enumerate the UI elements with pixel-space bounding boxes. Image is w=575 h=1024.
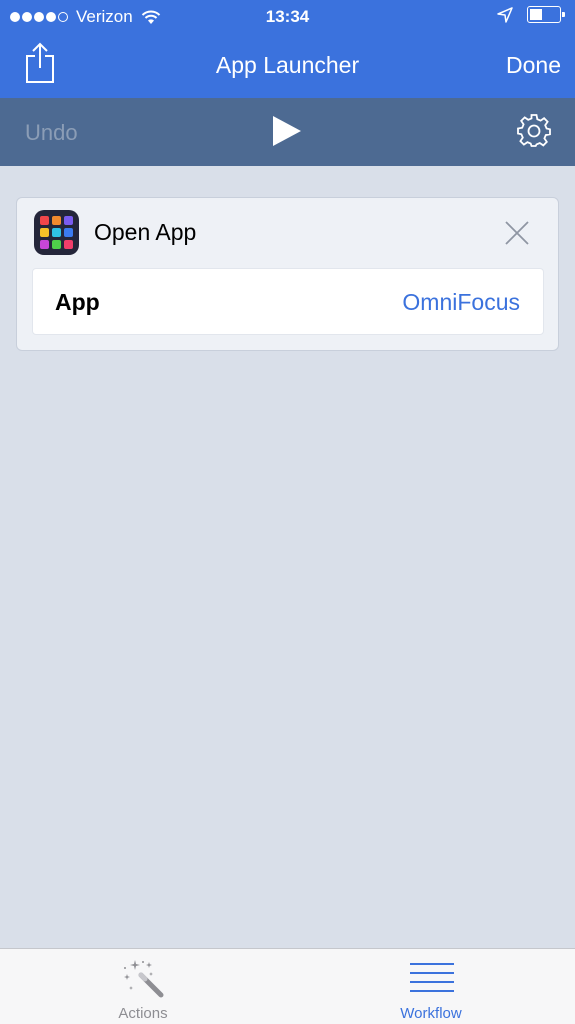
magic-wand-icon (124, 960, 164, 998)
tab-bar: Actions Workflow (0, 948, 575, 1024)
location-arrow-icon (497, 6, 513, 23)
list-icon (410, 963, 454, 992)
tab-actions[interactable]: Actions (43, 949, 243, 1024)
parameter-value[interactable]: OmniFocus (402, 289, 520, 316)
close-icon[interactable] (504, 220, 530, 246)
app-launcher-icon (34, 210, 79, 255)
play-icon[interactable] (272, 115, 302, 147)
parameter-label: App (55, 289, 100, 315)
status-right (497, 6, 565, 23)
page-title: App Launcher (215, 52, 360, 78)
tab-workflow[interactable]: Workflow (331, 949, 531, 1024)
battery-fill (530, 9, 542, 20)
done-button[interactable]: Done (506, 52, 561, 79)
tab-workflow-label: Workflow (400, 1005, 462, 1022)
status-bar: Verizon 13:34 (0, 0, 575, 33)
tab-actions-label: Actions (118, 1005, 168, 1022)
workflow-toolbar: Undo (0, 98, 575, 166)
open-app-action-card[interactable]: Open App App OmniFocus (16, 197, 559, 351)
action-title: Open App (94, 219, 197, 245)
undo-button[interactable]: Undo (25, 120, 78, 146)
navigation-bar: App Launcher Done (0, 33, 575, 98)
app-parameter-row[interactable]: App OmniFocus (32, 268, 544, 335)
status-time: 13:34 (265, 7, 310, 26)
battery-icon (527, 6, 565, 23)
gear-icon[interactable] (517, 114, 551, 148)
